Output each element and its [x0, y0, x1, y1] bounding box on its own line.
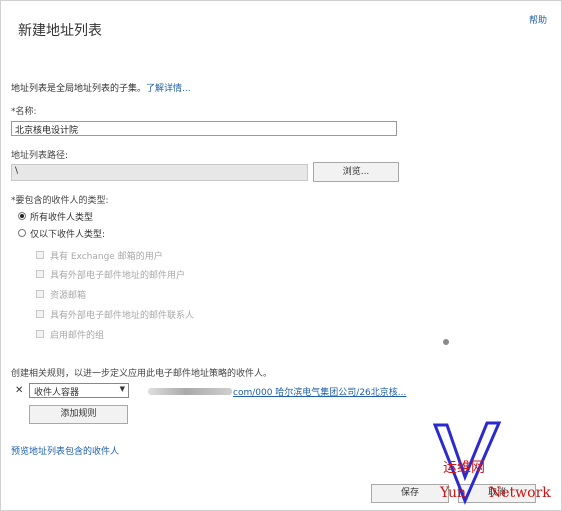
learn-more-link[interactable]: 了解详情... — [146, 84, 191, 94]
recipient-types-label: *要包含的收件人的类型: — [11, 196, 109, 206]
checkbox-exchange-users — [36, 251, 44, 259]
watermark-chinese: 运维网 — [443, 460, 485, 476]
dialog-title: 新建地址列表 — [18, 23, 102, 39]
radio-only-following[interactable] — [18, 229, 26, 237]
add-rule-button[interactable]: 添加规则 — [29, 405, 128, 424]
redacted-text — [148, 388, 232, 395]
checkbox-mail-groups — [36, 330, 44, 338]
remove-rule-icon[interactable]: ✕ — [15, 385, 23, 396]
radio-only-following-label[interactable]: 仅以下收件人类型: — [30, 227, 105, 240]
help-link[interactable]: 帮助 — [529, 13, 547, 26]
rule-condition-value: 收件人容器 — [34, 388, 80, 398]
checkbox-exchange-users-label: 具有 Exchange 邮箱的用户 — [50, 252, 163, 262]
path-label: 地址列表路径: — [11, 151, 69, 161]
checkbox-resource-mailboxes-label: 资源邮箱 — [50, 291, 87, 301]
rule-value-link[interactable]: com/000 哈尔滨电气集团公司/26北京核... — [233, 385, 406, 398]
rules-intro: 创建相关规则，以进一步定义应用此电子邮件地址策略的收件人。 — [11, 369, 273, 379]
checkbox-mail-groups-label: 启用邮件的组 — [50, 331, 105, 341]
chevron-down-icon: ▼ — [119, 385, 125, 393]
rule-condition-select[interactable]: 收件人容器 ▼ — [29, 383, 129, 398]
checkbox-resource-mailboxes — [36, 290, 44, 298]
dialog-window: 新建地址列表 帮助 地址列表是全局地址列表的子集。了解详情... *名称: 北京… — [0, 0, 562, 511]
radio-all-recipients[interactable] — [18, 212, 26, 220]
intro-text: 地址列表是全局地址列表的子集。了解详情... — [11, 81, 191, 94]
radio-all-recipients-label[interactable]: 所有收件人类型 — [30, 210, 93, 223]
checkbox-mail-contacts-label: 具有外部电子邮件地址的邮件联系人 — [50, 311, 195, 321]
browse-button[interactable]: 浏览... — [313, 162, 399, 182]
path-input: \ — [11, 164, 308, 181]
name-input[interactable]: 北京核电设计院 — [11, 121, 397, 136]
checkbox-mail-contacts — [36, 310, 44, 318]
preview-recipients-link[interactable]: 预览地址列表包含的收件人 — [11, 444, 119, 457]
watermark-right: Network — [489, 485, 551, 501]
watermark-left: Yun — [440, 485, 467, 501]
intro-description: 地址列表是全局地址列表的子集。 — [11, 84, 147, 94]
checkbox-mail-users — [36, 270, 44, 278]
name-label: *名称: — [11, 107, 37, 117]
checkbox-mail-users-label: 具有外部电子邮件地址的邮件用户 — [50, 271, 186, 281]
cursor-dot — [443, 339, 449, 345]
